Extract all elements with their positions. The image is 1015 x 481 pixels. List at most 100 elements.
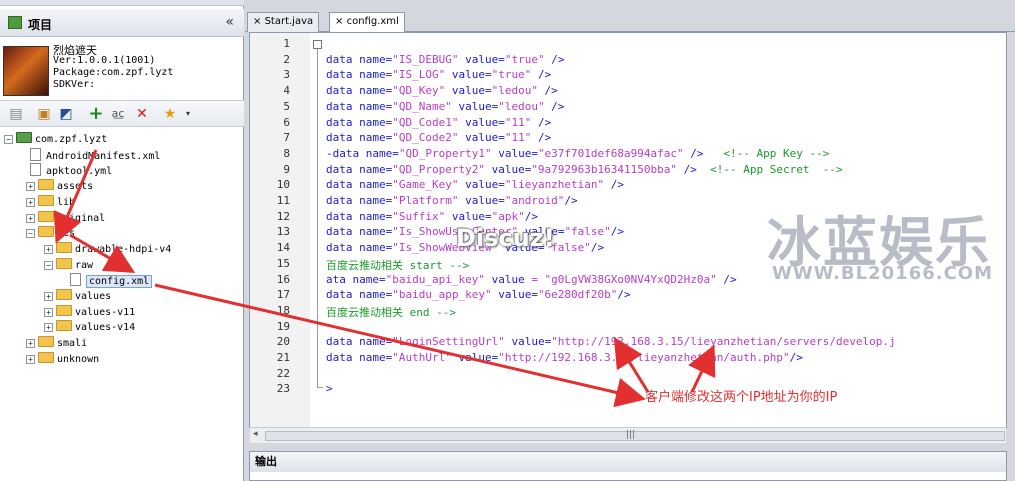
scrollbar-thumb[interactable]: |||: [265, 430, 1005, 441]
fold-end: [317, 387, 323, 388]
code-token: "IS_LOG": [392, 68, 446, 82]
code-token: value=: [458, 178, 505, 192]
project-package: Package:com.zpf.lyzt: [53, 67, 174, 78]
expand-icon[interactable]: +: [26, 182, 35, 192]
tree-item-label: drawable-hdpi-v4: [75, 243, 172, 255]
code-line: >: [326, 382, 333, 395]
top-strip: [0, 0, 244, 6]
code-token: "ledou": [498, 99, 545, 113]
code-token: "QD_Code1": [392, 115, 459, 129]
code-token: value=: [445, 84, 492, 98]
expand-icon[interactable]: +: [26, 197, 35, 207]
tree-item[interactable]: + assets: [26, 179, 93, 195]
code-token: "LoginSettingUrl": [392, 335, 505, 349]
code-line: data name="LoginSettingUrl" value="http:…: [326, 335, 896, 348]
image-icon[interactable]: ▣: [36, 106, 52, 122]
line-number: 18: [276, 303, 290, 317]
expand-icon[interactable]: +: [44, 292, 53, 301]
folder-icon: [38, 194, 54, 206]
code-token: value=: [458, 115, 505, 129]
code-token: "false": [564, 225, 611, 239]
line-number: 17: [276, 288, 290, 302]
expand-icon[interactable]: +: [44, 307, 53, 317]
window-icon[interactable]: ◩: [58, 106, 74, 122]
line-number: 9: [283, 162, 290, 176]
code-token: "true": [491, 68, 532, 82]
expand-icon[interactable]: +: [44, 244, 53, 254]
tree-item-label: res: [57, 228, 76, 240]
collapse-icon[interactable]: −: [4, 135, 13, 144]
add-icon[interactable]: +: [88, 105, 104, 123]
tab-config-xml[interactable]: × config.xml: [329, 12, 405, 33]
tree-item-label: config.xml: [86, 275, 153, 289]
code-token: <!-- App Key -->: [723, 146, 830, 160]
tree-item[interactable]: + values: [44, 289, 111, 305]
tree-item[interactable]: − com.zpf.lyzt: [4, 132, 107, 148]
close-icon[interactable]: ×: [253, 16, 261, 27]
folder-icon: [38, 351, 54, 363]
tree-item[interactable]: + drawable-hdpi-v4: [44, 241, 172, 258]
collapse-icon[interactable]: −: [44, 260, 53, 270]
tab-label: config.xml: [346, 16, 399, 27]
tree-item-label: original: [57, 212, 106, 224]
line-number: 20: [276, 335, 290, 349]
line-number: 22: [276, 366, 290, 380]
tree-item-label: apktool.yml: [46, 166, 113, 178]
line-number: 16: [276, 272, 290, 286]
code-token: data name=: [326, 52, 393, 66]
code-token: data name=: [326, 99, 393, 113]
tree-item[interactable]: + unknown: [26, 351, 99, 368]
tree-item[interactable]: + values-v14: [44, 320, 135, 336]
code-token: "true": [504, 52, 545, 66]
collapse-panel-button[interactable]: «: [225, 14, 234, 30]
code-token: data name=: [326, 288, 393, 302]
code-token: value=: [445, 68, 492, 82]
fold-toggle[interactable]: [313, 40, 322, 49]
expand-icon[interactable]: +: [44, 323, 53, 333]
code-token: data name=: [326, 84, 393, 98]
star-icon[interactable]: ★: [162, 106, 178, 122]
collapse-icon[interactable]: −: [26, 229, 35, 239]
spell-icon[interactable]: a͟c: [110, 106, 126, 122]
code-token: value=: [484, 162, 532, 176]
expand-icon[interactable]: +: [26, 339, 35, 349]
tree-item[interactable]: − raw: [44, 257, 93, 274]
code-token: "e37f701def68a994afac": [537, 146, 684, 160]
tree-item[interactable]: AndroidManifest.xml: [30, 147, 160, 164]
code-token: value=: [458, 52, 505, 66]
tree-item[interactable]: + values-v11: [44, 304, 135, 321]
document-icon[interactable]: ▤: [8, 106, 24, 122]
code-line: 百度云推动相关 end -->: [326, 304, 456, 320]
chevron-down-icon[interactable]: ▾: [180, 106, 196, 122]
close-icon[interactable]: ×: [335, 16, 343, 27]
tree-item-label: com.zpf.lyzt: [35, 134, 108, 145]
code-token: "IS_DEBUG": [392, 52, 459, 66]
project-sdkver: SDKVer:: [53, 79, 96, 90]
code-token: value=: [451, 351, 499, 364]
line-number: 5: [283, 99, 290, 113]
scroll-left-icon[interactable]: ◂: [253, 429, 258, 439]
code-token: "http://192.168.3.15/lieyanzhetian/auth.…: [498, 351, 790, 364]
code-token: />: [789, 351, 803, 364]
tree-item[interactable]: + smali: [26, 336, 87, 352]
line-number: 8: [283, 146, 290, 160]
code-token: />: [677, 162, 711, 176]
line-number: 7: [283, 131, 290, 145]
folder-icon: [38, 336, 54, 348]
delete-icon[interactable]: ✕: [134, 106, 150, 122]
code-token: "QD_Key": [392, 84, 446, 98]
tree-item-label: values-v14: [75, 322, 136, 334]
horizontal-scrollbar[interactable]: ◂ |||: [250, 427, 1006, 443]
tree-item[interactable]: config.xml: [70, 273, 153, 289]
watermark-url: WWW.BL20166.COM: [772, 263, 994, 284]
tab-start-java[interactable]: × Start.java: [247, 12, 320, 32]
code-token: value=: [445, 209, 492, 223]
tree-item[interactable]: + lib: [26, 194, 75, 211]
tree-item[interactable]: − res: [26, 226, 75, 242]
expand-icon[interactable]: +: [26, 213, 35, 223]
code-line: data name="AuthUrl" value="http://192.16…: [326, 351, 803, 364]
tree-item[interactable]: + original: [26, 210, 106, 227]
tree-item[interactable]: apktool.yml: [30, 163, 112, 179]
expand-icon[interactable]: +: [26, 354, 35, 364]
code-token: "QD_Name": [392, 99, 452, 113]
